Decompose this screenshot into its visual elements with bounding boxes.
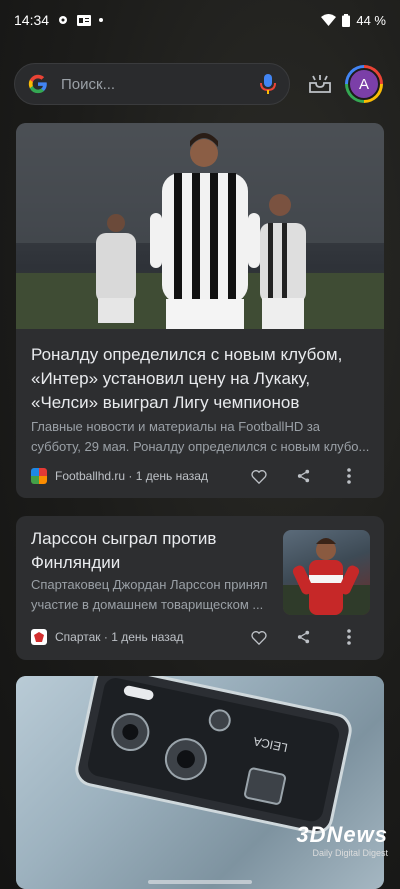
news-card[interactable]: Роналду определился с новым клубом, «Инт… bbox=[16, 123, 384, 498]
battery-percent: 44 % bbox=[356, 12, 386, 28]
share-button[interactable] bbox=[281, 625, 326, 649]
like-button[interactable] bbox=[236, 625, 281, 649]
gear-icon bbox=[57, 14, 69, 26]
like-button[interactable] bbox=[236, 464, 281, 488]
news-card[interactable]: Ларссон сыграл против Финляндии Спартако… bbox=[16, 516, 384, 660]
article-image bbox=[16, 123, 384, 329]
share-button[interactable] bbox=[281, 464, 326, 488]
heart-icon bbox=[250, 630, 267, 645]
article-snippet: Главные новости и материалы на FootballH… bbox=[31, 419, 370, 454]
source-label: Спартак · 1 день назад bbox=[55, 630, 184, 644]
source-label: Footballhd.ru · 1 день назад bbox=[55, 469, 208, 483]
status-bar: 14:34 44 % bbox=[0, 0, 400, 40]
more-options-button[interactable] bbox=[326, 625, 371, 649]
article-meta: Footballhd.ru · 1 день назад bbox=[31, 464, 371, 488]
watermark-tagline: Daily Digital Digest bbox=[312, 848, 388, 858]
news-icon bbox=[77, 14, 92, 26]
share-icon bbox=[297, 469, 310, 483]
watermark-brand: 3DNews bbox=[296, 822, 388, 847]
gesture-nav-handle[interactable] bbox=[148, 880, 252, 884]
search-input[interactable]: Поиск... bbox=[61, 76, 259, 93]
avatar-initial: A bbox=[348, 68, 380, 100]
microphone-icon[interactable] bbox=[259, 73, 277, 95]
more-vert-icon bbox=[346, 629, 351, 645]
share-icon bbox=[297, 630, 310, 644]
account-avatar[interactable]: A bbox=[345, 65, 383, 103]
battery-icon bbox=[342, 13, 351, 27]
spartak-logo-icon bbox=[31, 629, 47, 645]
watermark: 3DNews Daily Digital Digest bbox=[296, 822, 388, 858]
status-time: 14:34 bbox=[14, 12, 50, 28]
updates-button[interactable] bbox=[304, 70, 336, 98]
more-options-button[interactable] bbox=[326, 464, 371, 488]
dot-icon bbox=[99, 18, 104, 22]
article-headline[interactable]: Роналду определился с новым клубом, «Инт… bbox=[31, 343, 371, 415]
article-thumbnail bbox=[283, 530, 370, 615]
article-meta: Спартак · 1 день назад bbox=[31, 625, 371, 649]
heart-icon bbox=[250, 469, 267, 484]
search-bar[interactable]: Поиск... bbox=[14, 63, 290, 105]
source-favicon-icon bbox=[31, 468, 47, 484]
article-headline[interactable]: Ларссон сыграл против Финляндии bbox=[31, 527, 276, 575]
wifi-icon bbox=[321, 14, 337, 26]
inbox-icon bbox=[309, 75, 331, 93]
google-logo-icon bbox=[28, 74, 47, 94]
article-snippet: Спартаковец Джордан Ларссон принял участ… bbox=[31, 577, 268, 612]
more-vert-icon bbox=[346, 468, 351, 484]
